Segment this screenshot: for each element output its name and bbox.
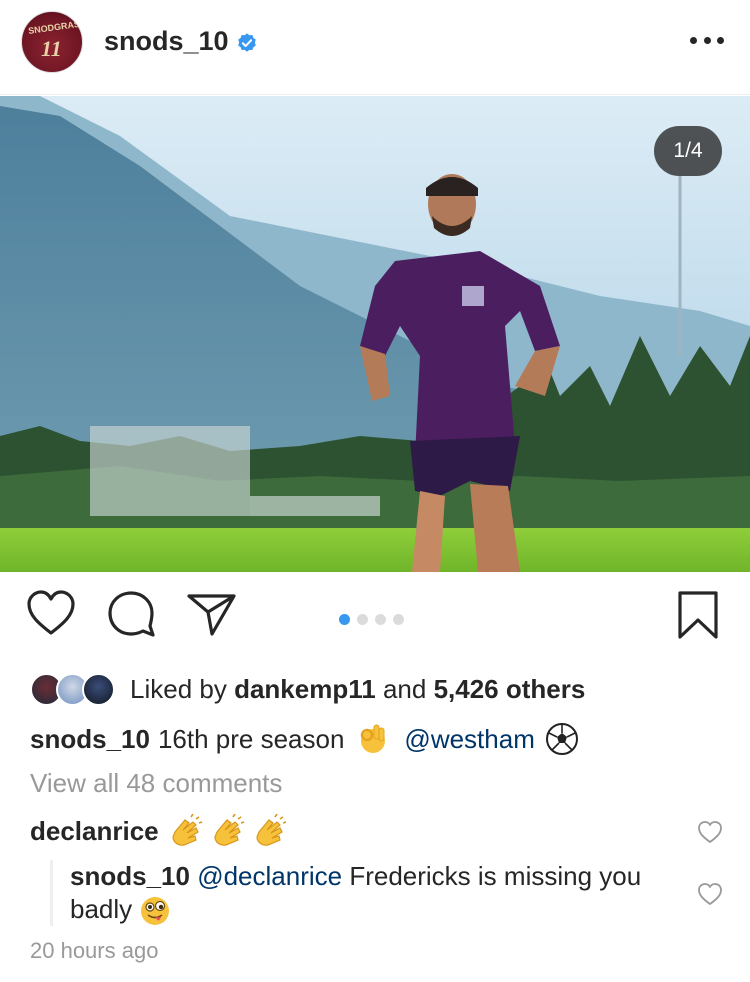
clapping-hands-emoji-icon (214, 814, 244, 846)
comment-username[interactable]: declanrice (30, 816, 159, 847)
comment-reply: snods_10 @declanrice Fredericks is missi… (70, 860, 670, 927)
post-photo[interactable]: 1/4 (0, 96, 750, 572)
carousel-counter: 1/4 (654, 126, 722, 176)
reply-username[interactable]: snods_10 (70, 861, 190, 891)
post-header: SNODGRASS 11 snods_10 (0, 0, 750, 95)
heart-icon[interactable] (26, 590, 76, 636)
caption-text: 16th pre season (157, 723, 345, 754)
post-caption: snods_10 16th pre season @westham (30, 722, 579, 756)
clapping-hands-emoji-icon (256, 814, 286, 846)
likes-others-count[interactable]: 5,426 others (434, 674, 586, 704)
profile-avatar[interactable]: SNODGRASS 11 (21, 11, 83, 73)
avatar-shirt-number: 11 (41, 36, 62, 61)
bookmark-icon[interactable] (676, 590, 720, 640)
carousel-dot (357, 614, 368, 625)
likes-joiner: and (382, 673, 427, 704)
photo-scene (0, 96, 750, 572)
liker-avatar (82, 673, 115, 706)
first-liker-username[interactable]: dankemp11 (234, 674, 376, 704)
reply-mention[interactable]: @declanrice (197, 861, 342, 891)
comment-item: declanrice (30, 814, 289, 848)
view-all-comments-link[interactable]: View all 48 comments (30, 768, 282, 799)
carousel-indicator (339, 614, 404, 625)
ok-hand-emoji-icon (361, 724, 386, 753)
post-username[interactable]: snods_10 (104, 26, 229, 57)
reply-like-heart-icon[interactable] (697, 882, 723, 906)
liker-avatars (30, 671, 120, 707)
avatar-shirt-name: SNODGRASS (27, 18, 83, 36)
reply-thread-line (50, 860, 53, 926)
post-timestamp: 20 hours ago (30, 938, 159, 963)
comment-icon[interactable] (106, 590, 156, 638)
likes-prefix: Liked by (130, 673, 227, 704)
clapping-hands-emoji-icon (172, 814, 202, 846)
more-options-icon[interactable] (690, 30, 724, 50)
caption-username[interactable]: snods_10 (30, 724, 150, 755)
carousel-dot (375, 614, 386, 625)
carousel-dot (393, 614, 404, 625)
carousel-dot-active (339, 614, 350, 625)
winking-tongue-face-emoji-icon (141, 897, 170, 926)
soccer-ball-emoji-icon (545, 723, 578, 755)
likes-summary: Liked by dankemp11 and 5,426 others (130, 674, 585, 705)
verified-badge-icon (238, 33, 256, 52)
caption-mention[interactable]: @westham (404, 724, 534, 755)
comment-like-heart-icon[interactable] (697, 820, 723, 844)
paper-plane-icon[interactable] (186, 590, 238, 638)
likes-row[interactable]: Liked by dankemp11 and 5,426 others (30, 670, 585, 708)
